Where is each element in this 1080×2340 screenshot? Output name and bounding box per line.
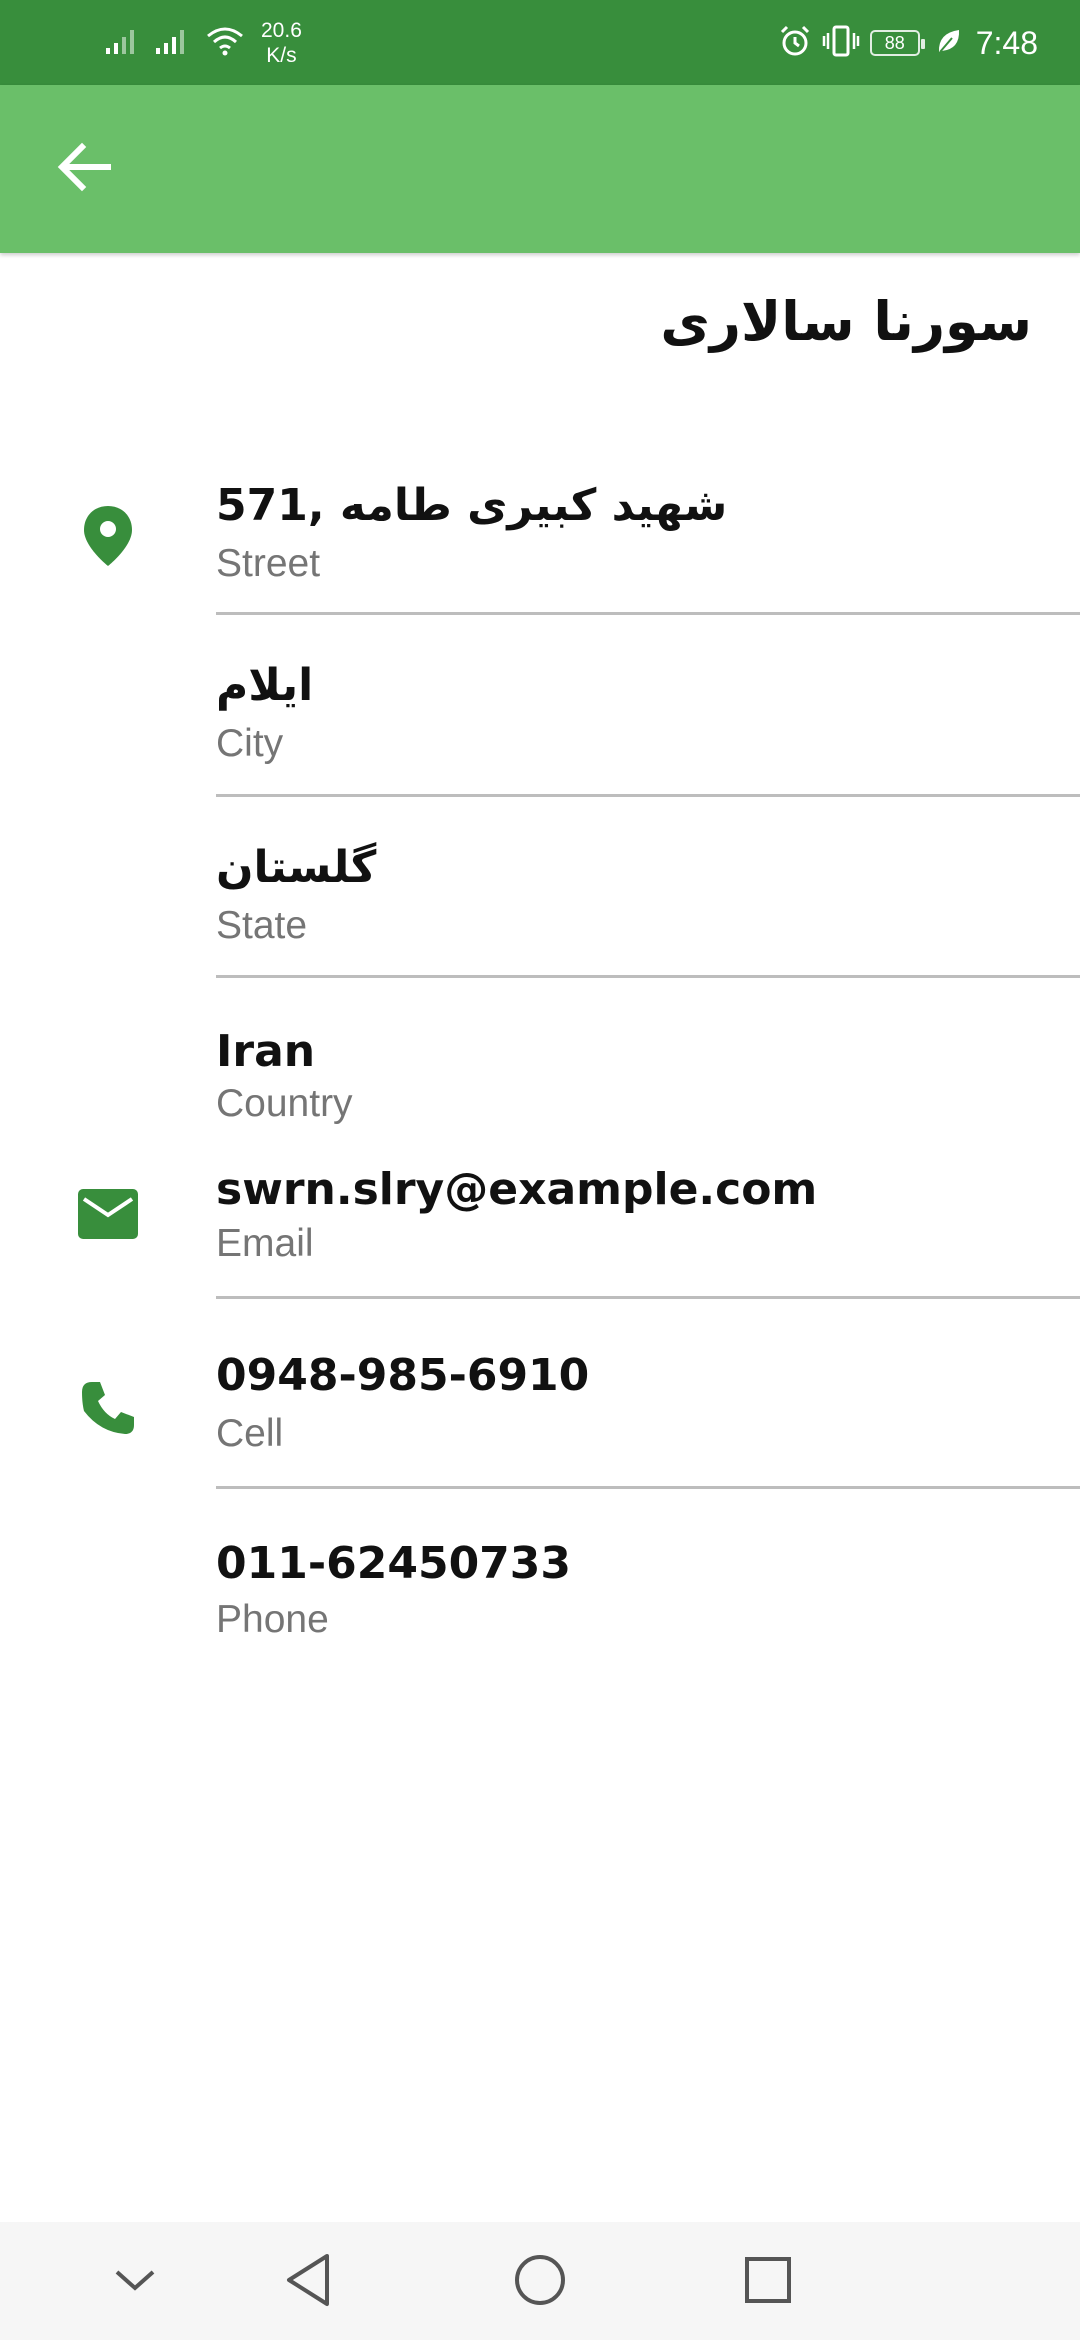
divider — [216, 612, 1080, 615]
recents-square-icon — [743, 2255, 793, 2309]
street-label: Street — [216, 542, 321, 585]
cell-label: Cell — [216, 1412, 284, 1455]
detail-row-email[interactable]: swrn.slry@example.com Email — [0, 1158, 1080, 1298]
battery-indicator: 88 — [869, 30, 925, 56]
divider — [216, 1486, 1080, 1489]
status-left: 20.6 K/s — [105, 18, 302, 68]
hide-nav-button[interactable] — [95, 2246, 175, 2318]
app-bar — [0, 85, 1080, 253]
battery-level: 88 — [884, 32, 905, 53]
detail-row-city[interactable]: ایلام City — [0, 652, 1080, 798]
nav-back-button[interactable] — [268, 2246, 348, 2318]
nav-recents-button[interactable] — [728, 2246, 808, 2318]
chevron-down-icon — [113, 2267, 157, 2297]
contact-name: سورنا سالاری — [660, 290, 1032, 353]
signal-icon — [155, 26, 189, 60]
street-value: 571, شهید کبیری طامه — [216, 480, 728, 531]
alarm-icon — [778, 24, 812, 62]
phone-label: Phone — [216, 1598, 329, 1641]
system-nav-bar — [0, 2222, 1080, 2340]
cell-value: 0948-985-6910 — [216, 1350, 590, 1401]
status-right: 88 7:48 — [778, 18, 1038, 68]
location-pin-icon — [72, 500, 144, 572]
city-label: City — [216, 722, 284, 765]
signal-icon — [105, 26, 139, 60]
email-icon — [72, 1178, 144, 1250]
network-speed-unit: K/s — [266, 44, 297, 67]
country-label: Country — [216, 1082, 353, 1125]
back-button[interactable] — [36, 131, 132, 207]
country-value: Iran — [216, 1026, 316, 1077]
detail-row-street[interactable]: 571, شهید کبیری طامه Street — [0, 470, 1080, 616]
phone-icon — [72, 1372, 144, 1444]
state-label: State — [216, 904, 308, 947]
email-label: Email — [216, 1222, 314, 1265]
network-speed-value: 20.6 — [261, 19, 302, 42]
leaf-icon — [936, 27, 962, 59]
nav-home-button[interactable] — [500, 2246, 580, 2318]
vibrate-icon — [822, 24, 860, 62]
divider — [216, 794, 1080, 797]
arrow-back-icon — [56, 141, 112, 197]
clock: 7:48 — [975, 24, 1038, 61]
divider — [216, 975, 1080, 978]
detail-row-phone[interactable]: 011-62450733 Phone — [0, 1530, 1080, 1660]
state-value: گلستان — [216, 842, 377, 893]
detail-row-state[interactable]: گلستان State — [0, 834, 1080, 980]
wifi-icon — [205, 25, 245, 61]
status-bar: 20.6 K/s 88 7:48 — [0, 0, 1080, 85]
phone-value: 011-62450733 — [216, 1538, 572, 1589]
detail-row-cell[interactable]: 0948-985-6910 Cell — [0, 1340, 1080, 1488]
home-circle-icon — [513, 2253, 567, 2311]
city-value: ایلام — [216, 660, 314, 711]
back-triangle-icon — [283, 2252, 333, 2312]
email-value: swrn.slry@example.com — [216, 1164, 818, 1215]
network-speed: 20.6 K/s — [261, 18, 302, 68]
detail-row-country[interactable]: Iran Country — [0, 1020, 1080, 1138]
divider — [216, 1296, 1080, 1299]
